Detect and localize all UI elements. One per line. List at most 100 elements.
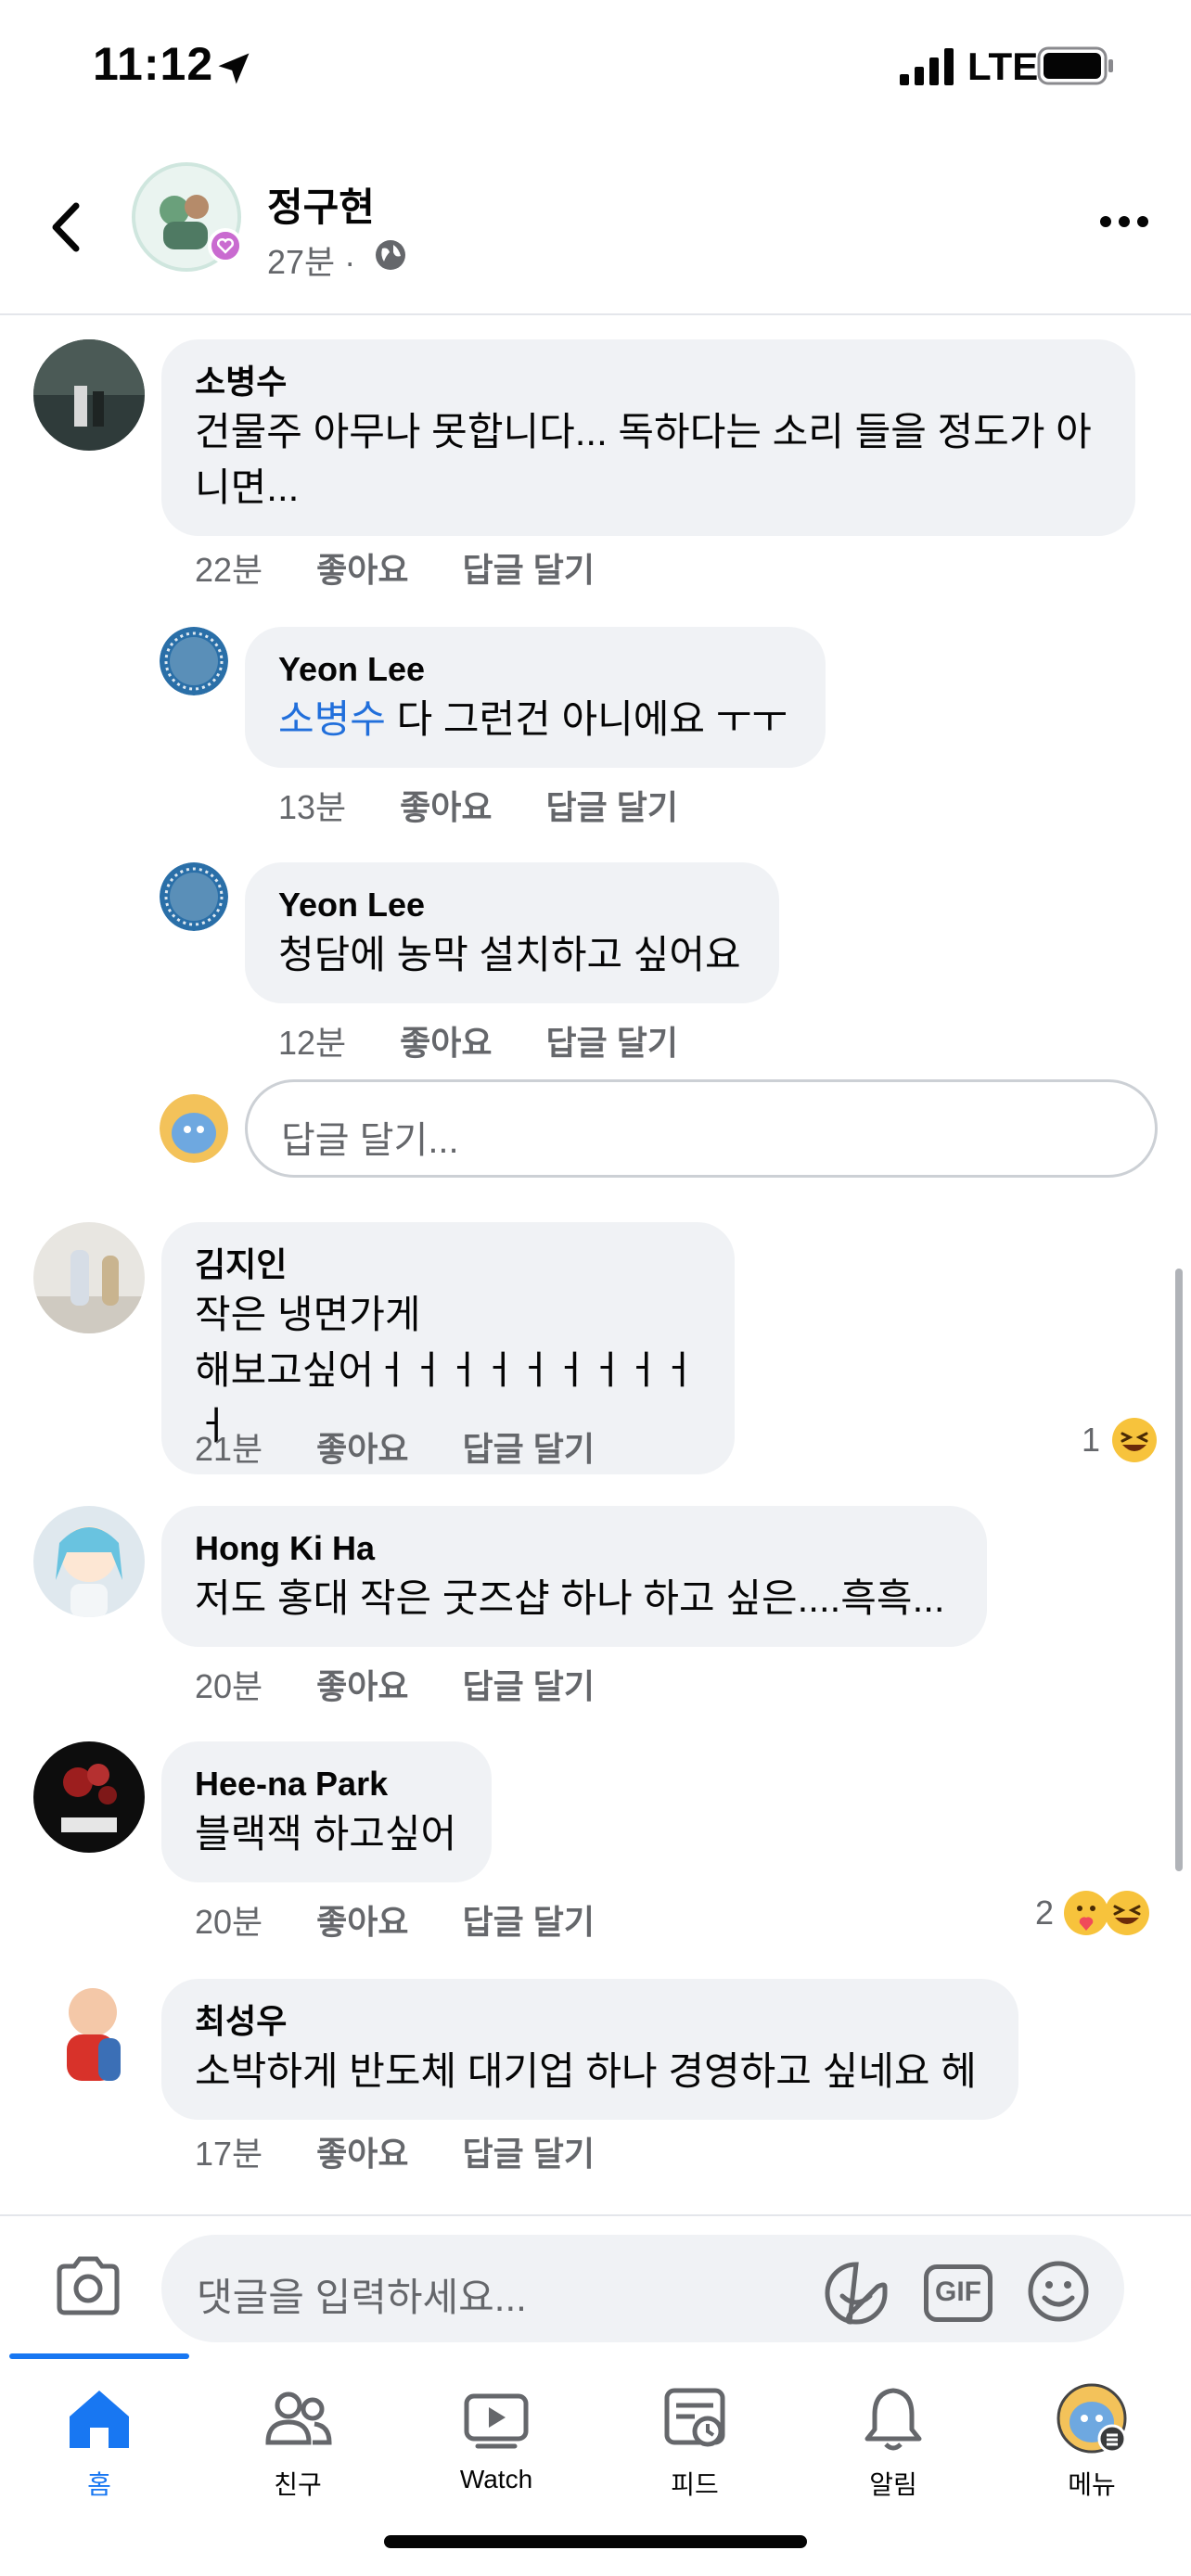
reply-button[interactable]: 답글 달기 bbox=[463, 1667, 595, 1705]
tab-home[interactable]: 홈 bbox=[0, 2381, 198, 2520]
status-bar: 11:12 LTE bbox=[0, 0, 1191, 130]
tab-menu[interactable]: 메뉴 bbox=[992, 2381, 1191, 2520]
reply-button[interactable]: 답글 달기 bbox=[546, 1024, 678, 1062]
like-button[interactable]: 좋아요 bbox=[316, 551, 408, 589]
comment-time: 12분 bbox=[278, 1024, 347, 1062]
emoji-icon[interactable] bbox=[1026, 2259, 1091, 2324]
comment-bubble[interactable]: 최성우 소박하게 반도체 대기업 하나 경영하고 싶네요 헤 bbox=[161, 1979, 1018, 2120]
avatar[interactable] bbox=[160, 627, 228, 695]
comment-author[interactable]: Yeon Lee bbox=[278, 883, 746, 927]
reply-button[interactable]: 답글 달기 bbox=[463, 2135, 595, 2173]
back-arrow-icon[interactable] bbox=[43, 195, 89, 260]
camera-icon[interactable] bbox=[54, 2255, 122, 2316]
comment-author[interactable]: Hong Ki Ha bbox=[195, 1526, 954, 1571]
tab-label: Watch bbox=[459, 2465, 533, 2493]
comment-time: 22분 bbox=[195, 551, 263, 589]
comment-actions: 12분 좋아요 답글 달기 bbox=[278, 1016, 732, 1065]
tab-feeds[interactable]: 피드 bbox=[596, 2381, 794, 2520]
comment-text: 소박하게 반도체 대기업 하나 경영하고 싶네요 헤 bbox=[195, 2049, 977, 2093]
comment-author[interactable]: Hee-na Park bbox=[195, 1762, 458, 1806]
like-button[interactable]: 좋아요 bbox=[316, 1430, 408, 1468]
reaction-summary[interactable]: 1 bbox=[1082, 1417, 1158, 1463]
tab-notifications[interactable]: 알림 bbox=[794, 2381, 992, 2520]
tab-label: 메뉴 bbox=[1068, 2470, 1116, 2499]
like-button[interactable]: 좋아요 bbox=[400, 788, 492, 826]
bell-icon bbox=[864, 2388, 922, 2451]
avatar[interactable] bbox=[33, 339, 145, 451]
post-time: 27분 · bbox=[267, 243, 356, 281]
avatar[interactable] bbox=[33, 1741, 145, 1853]
comment-text: 니면... bbox=[195, 465, 300, 509]
avatar[interactable] bbox=[33, 1222, 145, 1333]
comment-actions: 20분 좋아요 답글 달기 bbox=[195, 1660, 648, 1708]
avatar[interactable] bbox=[33, 1506, 145, 1617]
comment-text: 블랙잭 하고싶어 bbox=[195, 1812, 457, 1855]
comment-bubble[interactable]: Yeon Lee 소병수 다 그런건 아니에요 ㅜㅜ bbox=[245, 627, 826, 768]
avatar[interactable] bbox=[160, 862, 228, 931]
reply-button[interactable]: 답글 달기 bbox=[546, 788, 678, 826]
comment-bubble[interactable]: Hee-na Park 블랙잭 하고싶어 bbox=[161, 1741, 492, 1882]
comment-actions: 13분 좋아요 답글 달기 bbox=[278, 781, 732, 829]
reaction-summary[interactable]: 2 bbox=[1035, 1890, 1150, 1936]
current-user-avatar bbox=[160, 1094, 228, 1163]
menu-avatar-icon bbox=[1057, 2383, 1127, 2454]
comment-text: 청담에 농막 설치하고 싶어요 bbox=[278, 933, 741, 976]
comment-time: 13분 bbox=[278, 788, 347, 826]
reply-button[interactable]: 답글 달기 bbox=[463, 551, 595, 589]
feeds-icon bbox=[664, 2388, 725, 2447]
comment-actions: 17분 좋아요 답글 달기 bbox=[195, 2127, 648, 2175]
sticker-icon[interactable] bbox=[822, 2259, 890, 2327]
like-button[interactable]: 좋아요 bbox=[316, 1667, 408, 1705]
friends-icon bbox=[265, 2391, 332, 2445]
haha-emoji-icon bbox=[1105, 1891, 1150, 1935]
scrollbar[interactable] bbox=[1175, 1269, 1183, 1871]
reply-button[interactable]: 답글 달기 bbox=[463, 1430, 595, 1468]
tab-watch[interactable]: Watch bbox=[397, 2381, 596, 2520]
comment-composer: 댓글을 입력하세요... GIF bbox=[0, 2214, 1191, 2353]
reaction-count: 1 bbox=[1082, 1421, 1101, 1459]
comment-text: 건물주 아무나 못합니다... 독하다는 소리 들을 정도가 아 bbox=[195, 410, 1092, 453]
comment-author[interactable]: 최성우 bbox=[195, 1999, 985, 2044]
tab-friends[interactable]: 친구 bbox=[198, 2381, 397, 2520]
comment-time: 20분 bbox=[195, 1667, 263, 1705]
like-button[interactable]: 좋아요 bbox=[316, 2135, 408, 2173]
mention-link[interactable]: 소병수 bbox=[278, 697, 386, 741]
signal-icon bbox=[900, 48, 954, 85]
author-name[interactable]: 정구현 bbox=[267, 176, 375, 233]
home-indicator[interactable] bbox=[384, 2535, 807, 2548]
comment-actions: 22분 좋아요 답글 달기 bbox=[195, 543, 648, 592]
reply-input[interactable]: 답글 달기... bbox=[245, 1079, 1158, 1178]
gif-label: GIF bbox=[935, 2276, 981, 2307]
status-time: 11:12 bbox=[93, 38, 214, 90]
tab-label: 피드 bbox=[671, 2470, 719, 2499]
comment-bubble[interactable]: Yeon Lee 청담에 농막 설치하고 싶어요 bbox=[245, 862, 779, 1003]
tab-label: 친구 bbox=[274, 2470, 322, 2499]
comment-actions: 20분 좋아요 답글 달기 bbox=[195, 1895, 648, 1944]
comment-time: 17분 bbox=[195, 2135, 263, 2173]
comment-author[interactable]: 김지인 bbox=[195, 1243, 701, 1287]
tab-label: 홈 bbox=[87, 2470, 111, 2499]
comment-text: 소병수 다 그런건 아니에요 ㅜㅜ bbox=[278, 697, 788, 741]
reply-button[interactable]: 답글 달기 bbox=[463, 1903, 595, 1941]
active-tab-indicator bbox=[9, 2353, 189, 2359]
gif-button[interactable]: GIF bbox=[924, 2264, 992, 2322]
comment-actions: 21분 좋아요 답글 달기 bbox=[195, 1422, 648, 1471]
network-label: LTE bbox=[967, 45, 1039, 88]
more-options-icon[interactable] bbox=[1098, 208, 1150, 236]
comment-author[interactable]: Yeon Lee bbox=[278, 647, 792, 692]
comment-time: 20분 bbox=[195, 1903, 263, 1941]
location-arrow-icon bbox=[218, 53, 250, 84]
care-emoji-icon bbox=[1064, 1891, 1109, 1935]
heart-badge-icon bbox=[208, 228, 243, 263]
comment-bubble[interactable]: 소병수 건물주 아무나 못합니다... 독하다는 소리 들을 정도가 아 니면.… bbox=[161, 339, 1135, 536]
comment-author[interactable]: 소병수 bbox=[195, 360, 1102, 404]
watch-icon bbox=[464, 2393, 529, 2449]
like-button[interactable]: 좋아요 bbox=[400, 1024, 492, 1062]
comment-time: 21분 bbox=[195, 1430, 263, 1468]
like-button[interactable]: 좋아요 bbox=[316, 1903, 408, 1941]
comment-text: 저도 홍대 작은 굿즈샵 하나 하고 싶은....흑흑... bbox=[195, 1576, 945, 1620]
comment-bubble[interactable]: Hong Ki Ha 저도 홍대 작은 굿즈샵 하나 하고 싶은....흑흑..… bbox=[161, 1506, 987, 1647]
home-icon bbox=[70, 2391, 129, 2448]
comment-text: 작은 냉면가게 bbox=[195, 1293, 421, 1336]
avatar[interactable] bbox=[33, 1979, 145, 2090]
